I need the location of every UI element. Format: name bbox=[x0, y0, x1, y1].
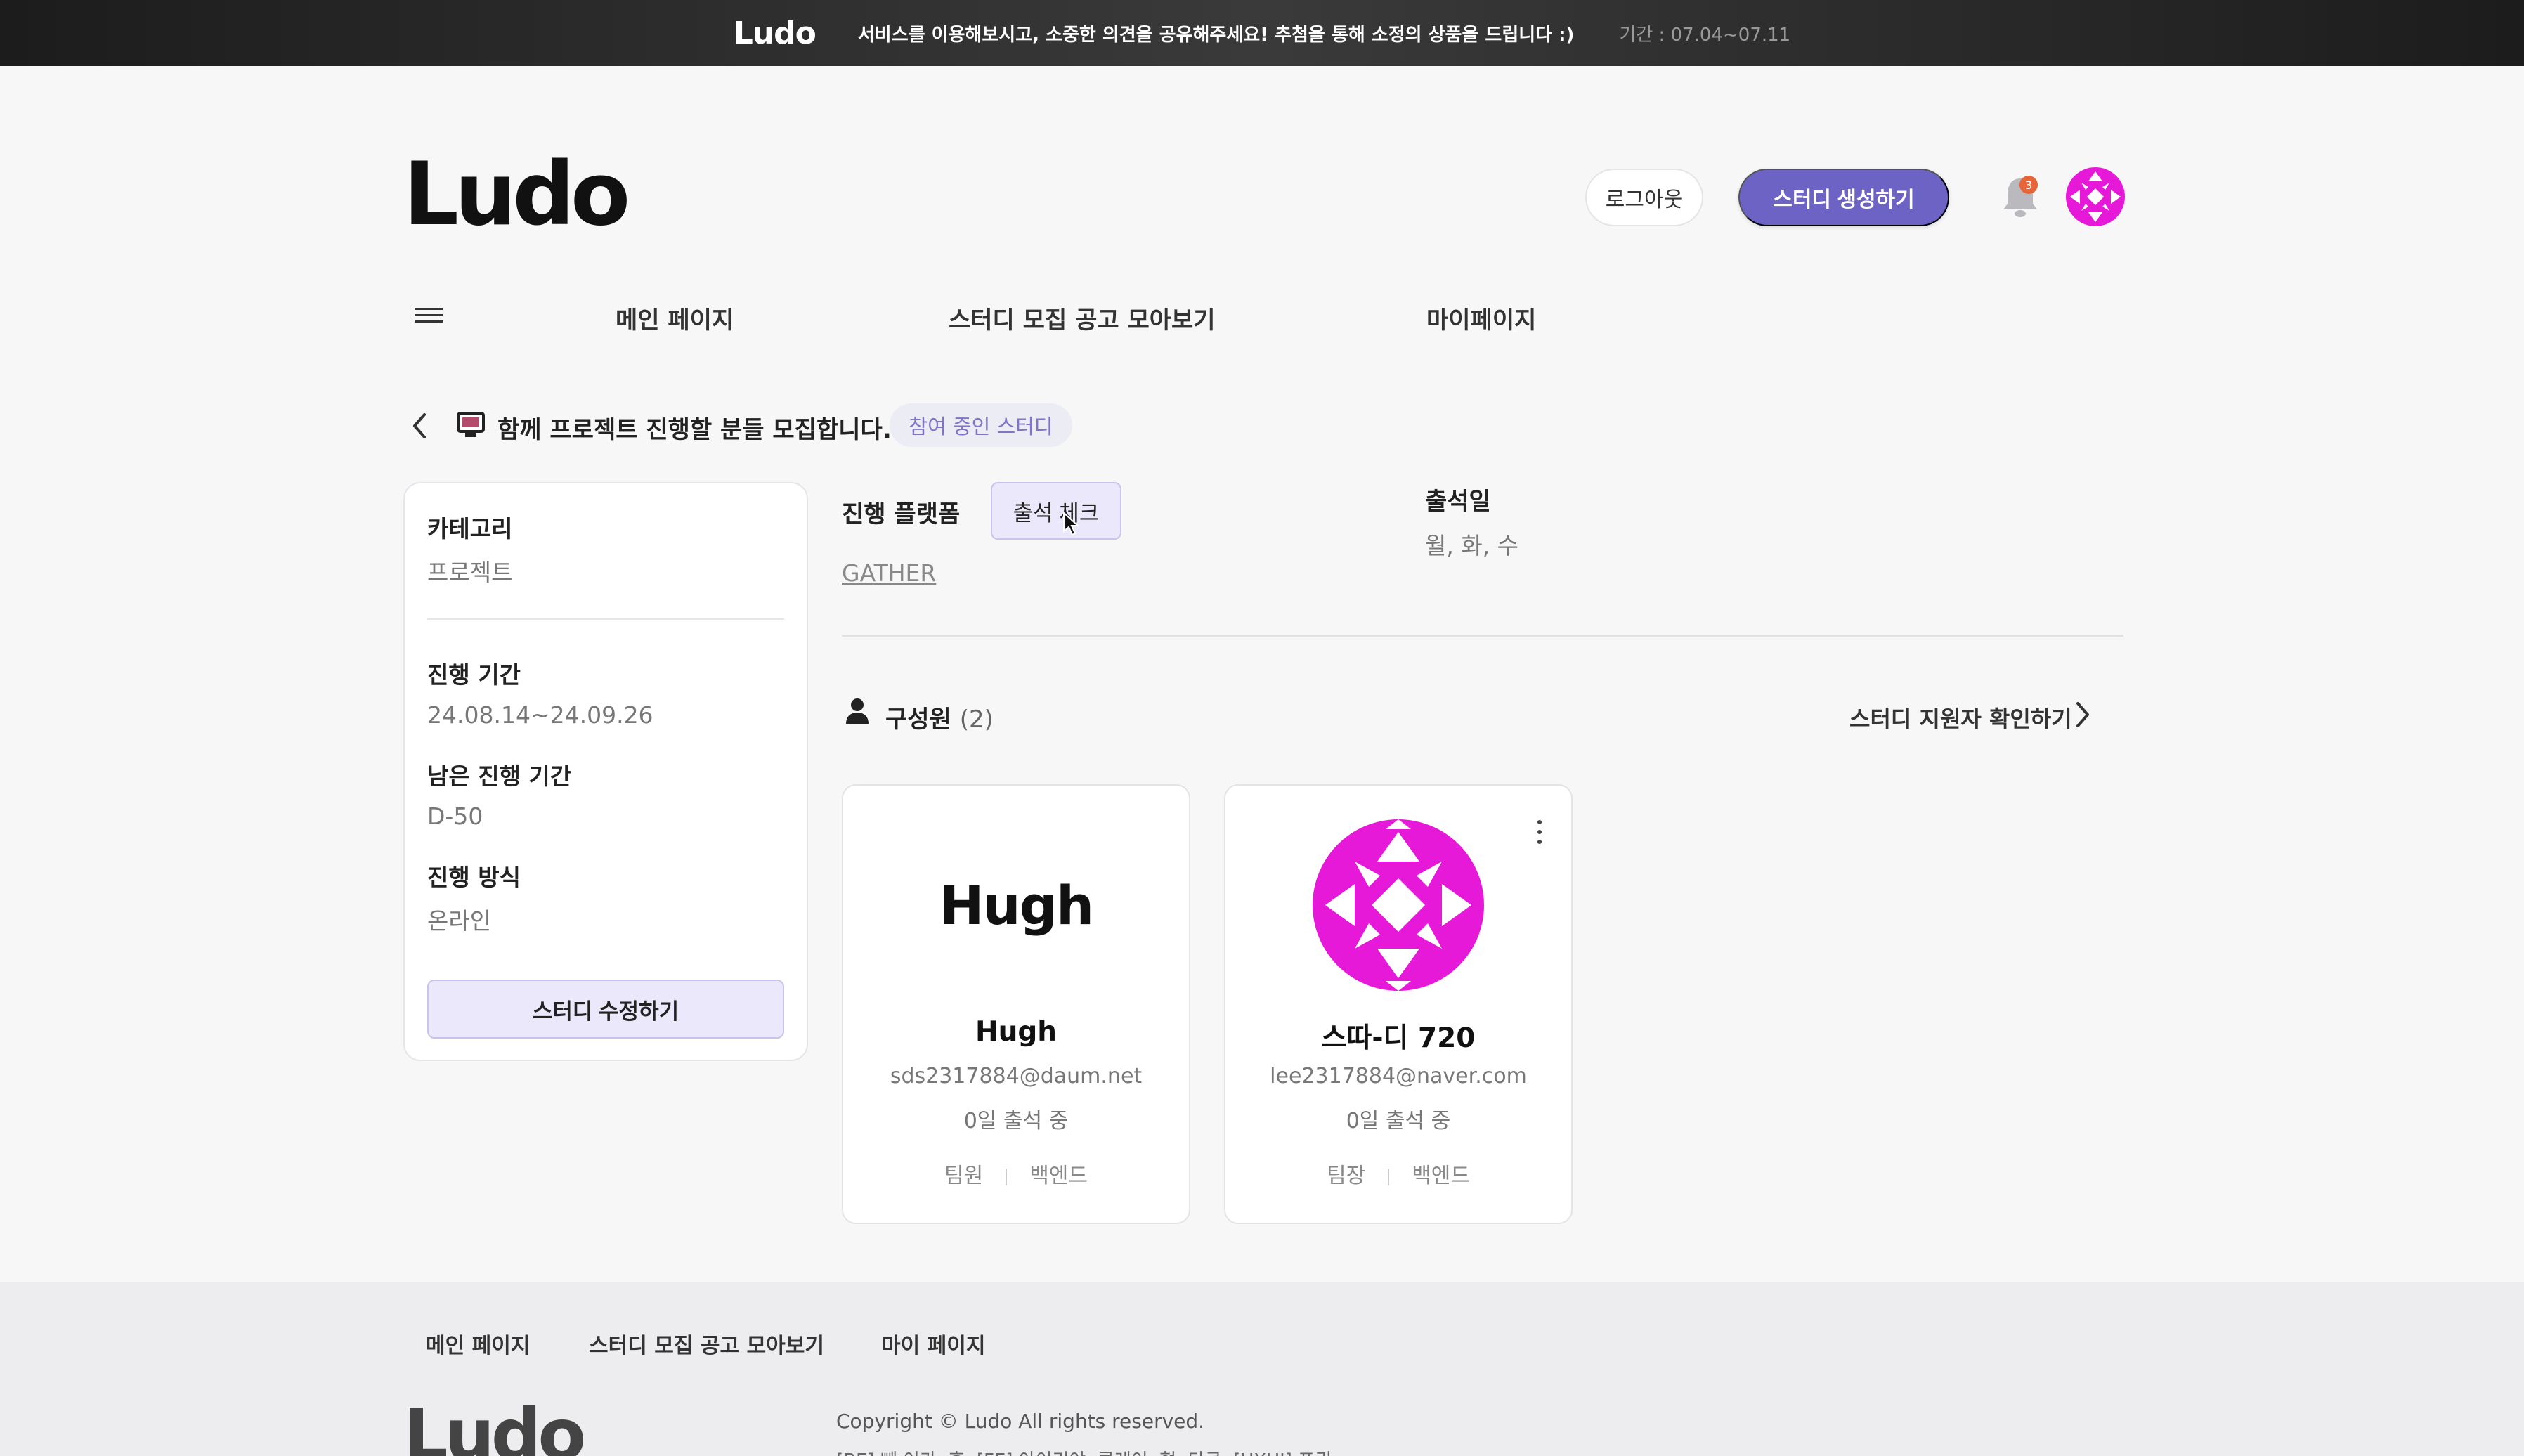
back-arrow-icon[interactable] bbox=[409, 412, 430, 440]
member-avatar bbox=[1313, 819, 1484, 991]
banner-message[interactable]: 서비스를 이용해보시고, 소중한 의견을 공유해주세요! 추첨을 통해 소정의 … bbox=[858, 20, 1575, 46]
mouse-cursor-icon bbox=[1063, 512, 1079, 536]
study-info-card: 카테고리 프로젝트 진행 기간 24.08.14~24.09.26 남은 진행 … bbox=[403, 482, 808, 1061]
view-applicants-link[interactable]: 스터디 지원자 확인하기 bbox=[1849, 701, 2072, 734]
platform-link[interactable]: GATHER bbox=[842, 559, 936, 587]
logo-text: Ludo bbox=[403, 144, 630, 245]
category-label: 카테고리 bbox=[427, 515, 513, 542]
more-options-icon[interactable] bbox=[1536, 818, 1543, 846]
announcement-banner: Ludo 서비스를 이용해보시고, 소중한 의견을 공유해주세요! 추첨을 통해… bbox=[0, 0, 2524, 66]
member-name: Hugh bbox=[975, 1016, 1058, 1048]
member-avatar: Hugh bbox=[930, 819, 1102, 991]
platform-label: 진행 플랫폼 bbox=[842, 500, 961, 528]
remaining-value: D-50 bbox=[427, 802, 483, 830]
menu-icon[interactable] bbox=[415, 304, 443, 332]
member-attendance: 0일 출석 중 bbox=[1346, 1109, 1451, 1133]
attendance-days-value: 월, 화, 수 bbox=[1425, 532, 1519, 559]
member-name: 스따-디 720 bbox=[1321, 1022, 1476, 1054]
member-role: 팀장 bbox=[1326, 1164, 1366, 1188]
method-label: 진행 방식 bbox=[427, 864, 521, 891]
member-card[interactable]: Hugh Hugh sds2317884@daum.net 0일 출석 중 팀원… bbox=[842, 784, 1190, 1224]
banner-logo: Ludo bbox=[733, 15, 817, 51]
notification-badge: 3 bbox=[2019, 176, 2038, 194]
site-logo[interactable]: Ludo bbox=[403, 151, 630, 238]
member-email: sds2317884@daum.net bbox=[890, 1064, 1143, 1088]
members-heading: 구성원 (2) bbox=[885, 700, 994, 734]
nav-my-page[interactable]: 마이페이지 bbox=[1426, 301, 1536, 335]
identicon-icon bbox=[1313, 819, 1484, 991]
member-attendance: 0일 출석 중 bbox=[963, 1109, 1069, 1133]
banner-period: 기간 : 07.04~07.11 bbox=[1619, 24, 1791, 46]
footer-link-listings[interactable]: 스터디 모집 공고 모아보기 bbox=[589, 1328, 824, 1359]
nav-main-page[interactable]: 메인 페이지 bbox=[616, 301, 734, 335]
create-study-button[interactable]: 스터디 생성하기 bbox=[1738, 169, 1949, 226]
footer-link-mypage[interactable]: 마이 페이지 bbox=[881, 1328, 985, 1359]
member-position: 백엔드 bbox=[1412, 1164, 1470, 1188]
members-count: (2) bbox=[959, 706, 994, 734]
method-value: 온라인 bbox=[427, 907, 492, 935]
member-roles: 팀원 백엔드 bbox=[843, 1158, 1189, 1189]
member-role: 팀원 bbox=[944, 1164, 984, 1188]
identicon-icon bbox=[2066, 167, 2125, 226]
member-avatar-text: Hugh bbox=[939, 873, 1094, 937]
logout-button[interactable]: 로그아웃 bbox=[1585, 169, 1703, 226]
member-card[interactable]: 스따-디 720 lee2317884@naver.com 0일 출석 중 팀장… bbox=[1224, 784, 1573, 1224]
attendance-check-button[interactable]: 출석 체크 bbox=[991, 482, 1121, 540]
section-divider bbox=[842, 635, 2123, 637]
member-roles: 팀장 백엔드 bbox=[1225, 1158, 1571, 1189]
study-title: 함께 프로젝트 진행할 분들 모집합니다. bbox=[497, 416, 892, 444]
chevron-right-icon[interactable] bbox=[2074, 700, 2091, 729]
attendance-days-label: 출석일 bbox=[1425, 488, 1491, 516]
remaining-label: 남은 진행 기간 bbox=[427, 762, 572, 790]
member-position: 백엔드 bbox=[1029, 1164, 1088, 1188]
period-value: 24.08.14~24.09.26 bbox=[427, 701, 653, 729]
info-divider bbox=[427, 618, 784, 620]
monitor-icon bbox=[457, 412, 485, 437]
copyright-text: Copyright © Ludo All rights reserved. bbox=[836, 1410, 1205, 1433]
footer: 메인 페이지 스터디 모집 공고 모아보기 마이 페이지 Ludo Copyri… bbox=[0, 1282, 2524, 1456]
person-icon bbox=[846, 698, 869, 724]
category-value: 프로젝트 bbox=[427, 559, 513, 586]
nav-study-listings[interactable]: 스터디 모집 공고 모아보기 bbox=[949, 301, 1216, 335]
status-badge: 참여 중인 스터디 bbox=[890, 403, 1072, 447]
footer-logo: Ludo bbox=[403, 1393, 586, 1456]
members-title: 구성원 bbox=[885, 706, 951, 734]
edit-study-button[interactable]: 스터디 수정하기 bbox=[427, 980, 784, 1039]
user-avatar[interactable] bbox=[2066, 167, 2125, 226]
credits-text: [BE] 빼 이가, 휴, [FE] 아이리야, 클레이, 혁, 다큐, [UX… bbox=[836, 1446, 1332, 1456]
footer-link-main[interactable]: 메인 페이지 bbox=[426, 1328, 530, 1359]
member-email: lee2317884@naver.com bbox=[1270, 1064, 1527, 1088]
period-label: 진행 기간 bbox=[427, 661, 521, 689]
